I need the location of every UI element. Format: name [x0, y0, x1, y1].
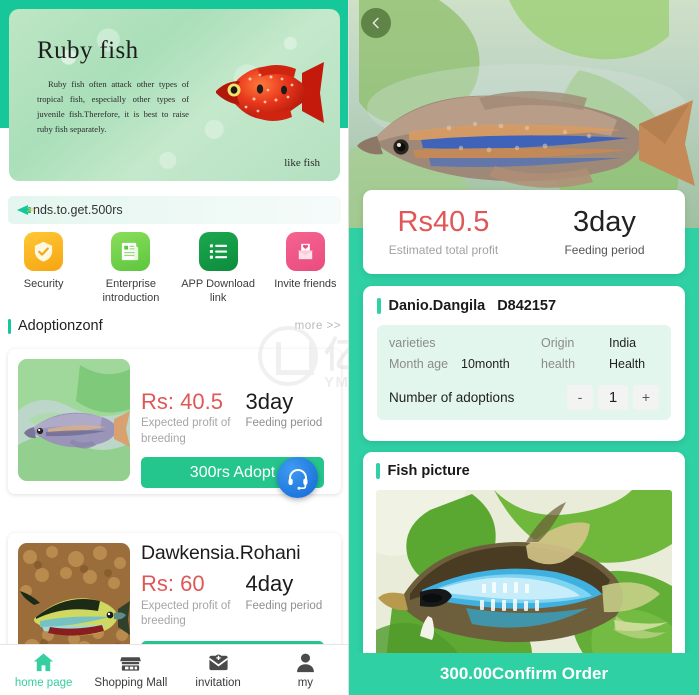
announcement-bar[interactable]: ≫ nds.to.get.500rs — [8, 196, 341, 224]
section-title: Adoptionzonf — [18, 318, 103, 334]
profit-value: Rs: 60 — [141, 571, 205, 597]
attribute-value: 10month — [461, 357, 510, 372]
tab-my[interactable]: my — [262, 645, 348, 695]
fish-info-header: Danio.Dangila D842157 — [377, 298, 671, 314]
tab-shopping-mall[interactable]: Shopping Mall — [87, 645, 174, 695]
home-panel: Ruby fish Ruby fish often attack other t… — [0, 0, 349, 695]
store-icon — [120, 657, 142, 671]
profit-caption: Expected profit of breeding — [141, 417, 231, 445]
feeding-caption: Feeding period — [245, 599, 323, 612]
fish-thumbnail — [18, 359, 130, 481]
adoption-card-stats: Rs: 60 Expected profit of breeding 4day … — [141, 572, 331, 629]
tab-home-page[interactable]: home page — [0, 645, 87, 695]
fish-info-card: Danio.Dangila D842157 varieties Origin I… — [363, 286, 685, 441]
hero-caption: like fish — [284, 157, 320, 169]
hero-banner[interactable]: Ruby fish Ruby fish often attack other t… — [9, 9, 340, 181]
profit-stat: Rs: 40.5 Expected profit of breeding — [141, 390, 246, 447]
total-profit-caption: Estimated total profit — [388, 242, 499, 257]
total-profit-block: Rs40.5 Estimated total profit — [363, 206, 524, 257]
quick-action-label: APP Download link — [181, 278, 256, 304]
app-screen: Ruby fish Ruby fish often attack other t… — [0, 0, 699, 695]
feeding-stat: 4day Feeding period — [246, 572, 332, 629]
attribute-key: Origin — [541, 336, 575, 350]
adoption-quantity-row: Number of adoptions - 1 + — [389, 384, 659, 410]
ruby-fish-illustration — [216, 62, 324, 123]
quick-action-label: Invite friends — [274, 278, 337, 290]
adoption-card-title: Dawkensia.Rohani — [141, 542, 301, 564]
megaphone-icon: ≫ — [17, 203, 35, 218]
quick-action-security[interactable]: Security — [0, 232, 87, 306]
tab-label: invitation — [195, 677, 241, 689]
customer-support-button[interactable] — [277, 457, 318, 498]
feeding-caption: Feeding period — [245, 417, 323, 430]
attribute-row: Month age 10month health Health — [389, 354, 659, 375]
tab-label: home page — [14, 677, 73, 689]
quick-action-app-download[interactable]: APP Download link — [175, 232, 262, 306]
tab-invitation[interactable]: invitation — [175, 645, 262, 695]
profit-value: Rs: 40.5 — [141, 389, 223, 415]
attribute-value: India — [609, 336, 637, 350]
quick-action-enterprise[interactable]: Enterprise introduction — [87, 232, 174, 306]
hero-title: Ruby fish — [37, 37, 139, 64]
section-accent-bar — [376, 463, 380, 479]
fish-attributes: varieties Origin India Month age 10month… — [377, 325, 671, 420]
profit-summary-card: Rs40.5 Estimated total profit 3day Feedi… — [363, 190, 685, 274]
total-profit-value: Rs40.5 — [397, 206, 490, 239]
attribute-value: Health — [609, 357, 646, 372]
feeding-value: 3day — [245, 389, 294, 415]
quantity-stepper: - 1 + — [567, 384, 659, 410]
envelope-plus-icon — [208, 654, 228, 671]
attribute-row: varieties Origin India — [389, 333, 659, 354]
increment-button[interactable]: + — [633, 384, 659, 410]
feeding-value: 4day — [245, 571, 294, 597]
quick-action-label: Security — [23, 278, 64, 290]
fish-name: Danio.Dangila — [388, 298, 486, 314]
feeding-period-caption: Feeding period — [564, 242, 645, 257]
quick-actions: Security Enterprise introduction APP Dow… — [0, 232, 348, 306]
fish-detail-panel: Rs40.5 Estimated total profit 3day Feedi… — [349, 0, 699, 695]
attribute-key: health — [541, 357, 576, 372]
announcement-text: nds.to.get.500rs — [33, 203, 123, 217]
more-link[interactable]: more >> — [295, 320, 341, 332]
adoption-section-header: Adoptionzonf more >> — [8, 318, 341, 334]
fish-picture-image — [376, 490, 672, 658]
shield-check-icon — [24, 232, 64, 271]
headset-icon — [288, 468, 307, 490]
adoption-quantity-label: Number of adoptions — [389, 389, 515, 405]
chevron-left-icon — [372, 17, 379, 29]
home-icon — [34, 653, 54, 672]
feeding-period-value: 3day — [573, 206, 636, 239]
attribute-key: varieties — [389, 336, 436, 350]
fish-picture-card: Fish picture — [363, 452, 685, 676]
quick-action-label: Enterprise introduction — [102, 278, 160, 304]
adoption-card-title — [141, 359, 331, 371]
bottom-tab-bar: home page Shopping Mall invitation my — [0, 644, 348, 695]
attribute-key: Month age — [389, 357, 449, 372]
quick-action-invite-friends[interactable]: Invite friends — [262, 232, 348, 306]
adoption-card-subtitle — [141, 375, 331, 385]
profit-stat: Rs: 60 Expected profit of breeding — [141, 572, 246, 629]
list-icon — [198, 232, 238, 271]
tab-label: Shopping Mall — [94, 677, 168, 689]
document-icon — [111, 232, 151, 271]
profit-caption: Expected profit of breeding — [141, 599, 231, 628]
fish-picture-title: Fish picture — [387, 463, 470, 479]
decrement-button[interactable]: - — [567, 384, 593, 410]
invite-heart-icon — [285, 232, 325, 271]
tab-label: my — [297, 677, 314, 689]
hero-description: Ruby fish often attack other types of tr… — [37, 79, 189, 135]
feeding-stat: 3day Feeding period — [246, 390, 332, 447]
section-accent-bar — [8, 318, 11, 334]
adoption-card-stats: Rs: 40.5 Expected profit of breeding 3da… — [141, 390, 331, 447]
feeding-period-block: 3day Feeding period — [524, 206, 685, 257]
quantity-value[interactable]: 1 — [598, 384, 628, 410]
section-accent-bar — [377, 298, 381, 314]
person-icon — [296, 653, 314, 673]
fish-picture-header: Fish picture — [376, 463, 672, 479]
confirm-order-button[interactable]: 300.00Confirm Order — [349, 653, 699, 695]
fish-id: D842157 — [497, 298, 557, 314]
back-button[interactable] — [361, 8, 391, 38]
